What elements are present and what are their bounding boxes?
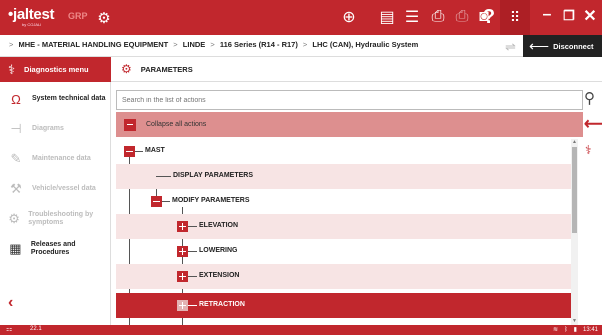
sidebar-item-releases-procedures[interactable]: ▦ Releases and Procedures — [0, 234, 111, 264]
maintenance-icon: ✎ — [10, 151, 22, 166]
collapse-node-icon[interactable] — [124, 146, 135, 157]
sidebar-item-label: Vehicle/vessel data — [32, 185, 96, 192]
battery-icon: ▮ — [573, 327, 577, 333]
sidebar-item-label: Troubleshooting by symptoms — [28, 211, 94, 226]
tree-row-label: RETRACTION — [199, 301, 245, 308]
wifi-icon: ≋ — [553, 327, 559, 333]
scroll-down-icon[interactable]: ▼ — [572, 318, 577, 324]
disconnect-label: Disconnect — [553, 41, 594, 51]
breadcrumb: > MHE - MATERIAL HANDLING EQUIPMENT > LI… — [9, 40, 419, 49]
diagram-icon: ⊣ — [10, 121, 22, 136]
globe-icon[interactable]: ⊕ — [339, 7, 359, 27]
diagnostics-icon: ⚕ — [8, 61, 16, 77]
version-label: 22.1 — [30, 326, 42, 332]
page-title: PARAMETERS — [140, 64, 193, 74]
truck-group-icon[interactable]: ⚙ — [94, 8, 114, 28]
sidebar-item-maintenance-data: ✎ Maintenance data — [0, 144, 111, 174]
sidebar-item-label: Maintenance data — [32, 155, 91, 162]
troubleshooting-icon: ⚙ — [8, 211, 20, 226]
chevron-left-icon[interactable]: ‹ — [8, 294, 13, 312]
sidebar-item-troubleshooting: ⚙ Troubleshooting by symptoms — [0, 204, 111, 234]
clock-time: 13:41 — [582, 326, 598, 333]
jaltest-logo: •jaltest — [8, 6, 55, 23]
tree-row-extension[interactable]: EXTENSION — [116, 264, 571, 289]
printer-icon[interactable]: ⎙ — [428, 7, 448, 27]
breadcrumb-bar: > MHE - MATERIAL HANDLING EQUIPMENT > LI… — [0, 35, 602, 57]
tree-row-label: MAST — [145, 147, 165, 154]
list-icon[interactable]: ☰ — [402, 7, 422, 27]
tree-row-label: LOWERING — [199, 247, 238, 254]
sidebar-item-label: Releases and Procedures — [30, 241, 76, 256]
tree-row-elevation[interactable]: ELEVATION — [116, 214, 571, 239]
expand-node-icon[interactable] — [177, 221, 188, 232]
sidebar-item-vehicle-data: ⚒ Vehicle/vessel data — [0, 174, 111, 204]
logo-subtitle: by COJALI — [22, 22, 42, 27]
sidebar-item-label: System technical data — [32, 95, 106, 102]
app-window: •jaltest by COJALI GRP ⚙ ⊕ ▤ ☰ ⎙ ⎙ ◙ ? ⠿… — [0, 0, 602, 335]
expand-node-icon[interactable] — [177, 300, 188, 311]
sidebar: ⚕ Diagnostics menu Ω System technical da… — [0, 57, 111, 325]
disconnect-button[interactable]: ⟵ Disconnect — [523, 35, 602, 57]
back-arrow-icon[interactable]: ⟵ — [584, 114, 602, 134]
tree-row-retraction[interactable]: RETRACTION — [116, 293, 571, 318]
scroll-up-icon[interactable]: ▲ — [572, 139, 577, 145]
diagnostics-tool-icon[interactable]: ⚕ — [585, 143, 592, 157]
close-icon[interactable]: ✕ — [581, 6, 599, 26]
module-label: GRP — [68, 11, 88, 21]
main-header: ⚙ PARAMETERS — [111, 57, 602, 82]
tree-row-modify-parameters[interactable]: MODIFY PARAMETERS — [116, 189, 571, 214]
status-bar: ⚏ 22.1 ≋ ᛒ ▮ 13:41 — [0, 325, 602, 335]
procedures-icon: ▦ — [9, 241, 22, 256]
disabled-printer-icon: ⎙ — [455, 8, 469, 25]
sidebar-item-diagrams: ⊣ Diagrams — [0, 114, 111, 144]
tree-row-label: MODIFY PARAMETERS — [172, 197, 250, 204]
sidebar-item-system-technical-data[interactable]: Ω System technical data — [0, 84, 111, 114]
collapse-all-button[interactable]: Collapse all actions — [116, 112, 583, 137]
breadcrumb-item[interactable]: LINDE — [183, 40, 206, 49]
tree-row-label: ELEVATION — [199, 222, 239, 229]
collapse-all-label: Collapse all actions — [146, 121, 207, 128]
arrow-left-icon: ⟵ — [529, 37, 550, 54]
notes-icon[interactable]: ▤ — [377, 7, 397, 27]
search-input[interactable] — [116, 90, 583, 110]
tree-row-display-parameters[interactable]: DISPLAY PARAMETERS — [116, 164, 571, 189]
connection-status-icon: ⇌ — [505, 39, 516, 54]
tree-row-mast[interactable]: MAST — [116, 139, 571, 164]
breadcrumb-item[interactable]: MHE - MATERIAL HANDLING EQUIPMENT — [18, 40, 168, 49]
collapse-node-icon[interactable] — [151, 196, 162, 207]
sidebar-header-label: Diagnostics menu — [24, 65, 89, 74]
breadcrumb-item[interactable]: LHC (CAN), Hydraulic System — [312, 40, 418, 49]
search-icon[interactable]: ⚲ — [584, 89, 595, 107]
tree-row-lowering[interactable]: LOWERING — [116, 239, 571, 264]
vci-icon: ⚏ — [6, 326, 13, 333]
expand-node-icon[interactable] — [177, 271, 188, 282]
scrollbar-thumb[interactable] — [572, 147, 577, 233]
bluetooth-icon: ᛒ — [564, 326, 568, 333]
tree-row-label: DISPLAY PARAMETERS — [173, 172, 253, 179]
sidebar-item-label: Diagrams — [32, 125, 64, 132]
breadcrumb-item[interactable]: 116 Series (R14 - R17) — [220, 40, 298, 49]
help-icon[interactable]: ? — [479, 6, 499, 28]
top-toolbar: •jaltest by COJALI GRP ⚙ ⊕ ▤ ☰ ⎙ ⎙ ◙ ? ⠿… — [0, 0, 602, 35]
restore-icon[interactable]: ❐ — [560, 8, 578, 24]
actions-tree: MAST DISPLAY PARAMETERS MODIFY PARAMETER… — [116, 139, 571, 325]
tree-scrollbar[interactable]: ▲ ▼ — [571, 139, 578, 325]
parameters-icon: ⚙ — [121, 62, 132, 76]
apps-grid-icon[interactable]: ⠿ — [500, 0, 530, 35]
minimize-icon[interactable]: – — [538, 6, 556, 24]
vehicle-icon: ⚒ — [10, 181, 22, 196]
omega-icon: Ω — [11, 91, 21, 107]
tree-row-label: EXTENSION — [199, 272, 240, 279]
expand-node-icon[interactable] — [177, 246, 188, 257]
diagnostics-menu-header[interactable]: ⚕ Diagnostics menu — [0, 57, 111, 82]
collapse-icon — [124, 118, 136, 131]
